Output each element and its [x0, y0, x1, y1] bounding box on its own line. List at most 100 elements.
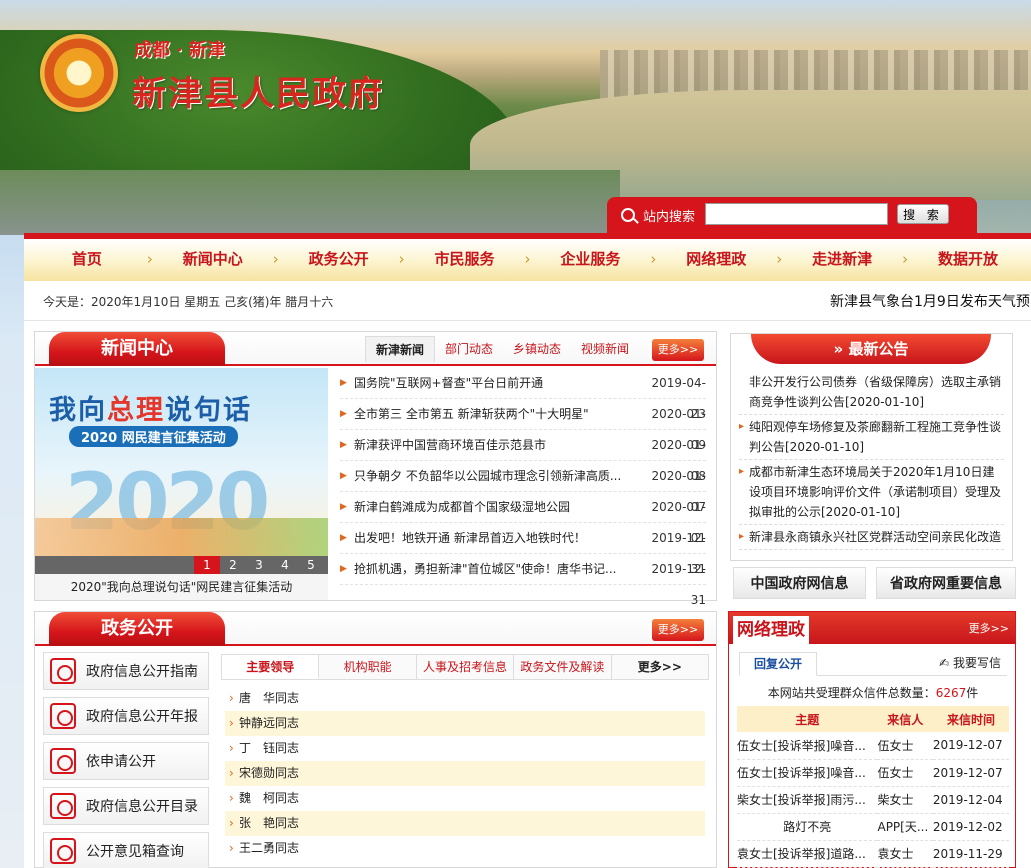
banner-riverbank — [0, 170, 620, 235]
affairs-panel-header: 政务公开 更多>> — [35, 612, 716, 646]
table-row[interactable]: 路灯不亮 APP[天... 2019-12-02 — [737, 813, 1009, 841]
list-item[interactable]: ▶ 国务院"互联网+督查"平台日前开通 2019-04-23 — [340, 368, 706, 421]
opinion-box-button[interactable]: 公开意见箱查询 — [43, 832, 209, 868]
bullet-icon: ▶ — [340, 378, 347, 388]
news-panel-header: 新闻中心 新津新闻 部门动态 乡镇动态 视频新闻 更多>> — [35, 332, 716, 366]
notice-list: 非公开发行公司债券（省级保障房）选取主承销商竞争性谈判公告[2020-01-10… — [739, 370, 1004, 550]
slide-headline: 我向总理说句话 — [49, 395, 252, 426]
tab-xinjin-news[interactable]: 新津新闻 — [365, 336, 436, 362]
table-row[interactable]: 袁女士[投诉举报]道路... 袁女士 2019-11-29 — [737, 840, 1009, 868]
news-ticker[interactable]: 新津县气象台1月9日发布天气预 — [830, 291, 1031, 311]
nav-item-enterprise[interactable]: 企业服务 — [525, 239, 654, 281]
search-bar: 站内搜索 搜 索 — [607, 197, 977, 233]
letters-table: 主题 来信人 来信时间 伍女士[投诉举报]噪音... 伍女士 2019-12-07 … — [737, 706, 1009, 868]
letter-count: 本网站共受理群众信件总数量：6267件 — [767, 686, 979, 700]
online-panel-title: 网络理政 — [733, 616, 809, 644]
bullet-icon: ▶ — [340, 409, 347, 419]
bullet-icon: ▶ — [340, 440, 347, 450]
slide-caption[interactable]: 2020"我向总理说句话"网民建言征集活动 — [35, 574, 328, 600]
provincial-gov-link[interactable]: 省政府网重要信息 — [876, 567, 1016, 599]
mailbox-icon — [50, 838, 76, 864]
list-item[interactable]: ▶ 新津获评中国营商环境百佳示范县市 2020-01-08 — [340, 430, 706, 483]
list-item[interactable]: ▶ 出发吧！地铁开通 新津昂首迈入地铁时代！ 2019-12-31 — [340, 523, 706, 576]
slide-page-2[interactable]: 2 — [220, 556, 246, 574]
search-icon — [621, 208, 635, 222]
list-item[interactable]: 钟静远同志 — [225, 711, 705, 736]
table-row[interactable]: 伍女士[投诉举报]噪音... 伍女士 2019-12-07 — [737, 732, 1009, 760]
nav-item-about[interactable]: 走进新津 — [776, 239, 905, 281]
slide-page-3[interactable]: 3 — [246, 556, 272, 574]
tab-town-news[interactable]: 乡镇动态 — [503, 336, 571, 362]
nav-item-online[interactable]: 网络理政 — [650, 239, 779, 281]
nav-item-home[interactable]: 首页 — [24, 239, 150, 281]
news-list: ▶ 国务院"互联网+督查"平台日前开通 2019-04-23 ▶ 全市第三 全市第五 … — [340, 368, 706, 607]
list-item[interactable]: ▶ 抢抓机遇，勇担新津"首位城区"使命！唐华书记... 2019-12-31 — [340, 554, 706, 607]
bullet-icon: ▶ — [340, 502, 347, 512]
news-subtabs: 新津新闻 部门动态 乡镇动态 视频新闻 — [365, 336, 639, 362]
list-icon — [50, 793, 76, 819]
list-item[interactable]: 纯阳观停车场修复及茶廊翻新工程施工竞争性谈判公告[2020-01-10] — [739, 415, 1004, 460]
list-item[interactable]: 王二勇同志 — [225, 836, 705, 861]
slide-page-5[interactable]: 5 — [298, 556, 324, 574]
notice-panel-title[interactable]: » 最新公告 — [751, 334, 991, 364]
search-button[interactable]: 搜 索 — [897, 204, 949, 224]
annual-report-button[interactable]: 政府信息公开年报 — [43, 697, 209, 735]
slide-illustration — [35, 518, 328, 558]
site-title[interactable]: 新津县人民政府 — [132, 66, 384, 115]
main-nav: 首页 新闻中心 政务公开 市民服务 企业服务 网络理政 走进新津 数据开放 — [24, 233, 1031, 281]
current-date: 今天是：2020年1月10日 星期五 己亥(猪)年 腊月十六 — [43, 295, 334, 309]
online-more-link[interactable]: 更多>> — [969, 620, 1009, 636]
news-center-panel: 新闻中心 新津新闻 部门动态 乡镇动态 视频新闻 更多>> 我向总理说句话 20… — [34, 331, 717, 607]
header-banner: 成都 · 新津 新津县人民政府 站内搜索 搜 索 — [0, 0, 1031, 235]
compass-icon — [50, 658, 76, 684]
nav-item-citizen[interactable]: 市民服务 — [399, 239, 528, 281]
tab-documents[interactable]: 政务文件及解读 — [514, 655, 612, 679]
table-row[interactable]: 柴女士[投诉举报]雨污... 柴女士 2019-12-04 — [737, 786, 1009, 814]
list-item[interactable]: 唐 华同志 — [225, 686, 705, 711]
write-letter-link[interactable]: ✍ 我要写信 — [939, 654, 1001, 671]
list-item[interactable]: 魏 柯同志 — [225, 786, 705, 811]
affairs-side-menu: 政府信息公开指南 政府信息公开年报 依申请公开 政府信息公开目录 公开意见箱查询 — [43, 652, 209, 868]
gov-affairs-panel: 政务公开 更多>> 政府信息公开指南 政府信息公开年报 依申请公开 政府信息公开… — [34, 611, 717, 868]
slide-page-1[interactable]: 1 — [194, 556, 220, 574]
affairs-more-button[interactable]: 更多>> — [652, 619, 704, 641]
tab-video-news[interactable]: 视频新闻 — [571, 336, 639, 362]
nav-item-news[interactable]: 新闻中心 — [147, 239, 276, 281]
news-more-button[interactable]: 更多>> — [652, 339, 704, 361]
tab-department-news[interactable]: 部门动态 — [435, 336, 503, 362]
notice-panel: » 最新公告 非公开发行公司债券（省级保障房）选取主承销商竞争性谈判公告[202… — [730, 333, 1013, 561]
date-bar: 今天是：2020年1月10日 星期五 己亥(猪)年 腊月十六 新津县气象台1月9… — [24, 281, 1031, 321]
tab-functions[interactable]: 机构职能 — [319, 655, 417, 679]
tab-more[interactable]: 更多>> — [612, 655, 708, 679]
central-gov-link[interactable]: 中国政府网信息 — [733, 567, 866, 599]
list-item[interactable]: 张 艳同志 — [225, 811, 705, 836]
list-item[interactable]: 新津县永商镇永兴社区党群活动空间亲民化改造 — [739, 525, 1004, 550]
list-item[interactable]: ▶ 新津白鹤滩成为成都首个国家级湿地公园 2020-01-01 — [340, 492, 706, 545]
site-logo[interactable] — [40, 34, 118, 112]
nav-item-data[interactable]: 数据开放 — [902, 239, 1031, 281]
online-affairs-panel: 网络理政 更多>> 回复公开 ✍ 我要写信 本网站共受理群众信件总数量：6267… — [728, 611, 1016, 868]
nav-item-affairs[interactable]: 政务公开 — [273, 239, 402, 281]
bullet-icon: ▶ — [340, 564, 347, 574]
tab-personnel[interactable]: 人事及招考信息 — [417, 655, 515, 679]
column-header-subject: 主题 — [737, 706, 878, 732]
affairs-tabs: 主要领导 机构职能 人事及招考信息 政务文件及解读 更多>> — [221, 654, 709, 680]
list-item[interactable]: 成都市新津生态环境局关于2020年1月10日建设项目环境影响评价文件（承诺制项目… — [739, 460, 1004, 525]
search-input[interactable] — [705, 203, 888, 225]
main-content: 新闻中心 新津新闻 部门动态 乡镇动态 视频新闻 更多>> 我向总理说句话 20… — [24, 321, 1031, 868]
list-item[interactable]: ▶ 只争朝夕 不负韶华以公园城市理念引领新津高质... 2020-01-07 — [340, 461, 706, 514]
tab-leaders[interactable]: 主要领导 — [222, 655, 320, 679]
catalog-button[interactable]: 政府信息公开目录 — [43, 787, 209, 825]
list-item[interactable]: ▶ 全市第三 全市第五 新津斩获两个"十大明星" 2020-01-09 — [340, 399, 706, 452]
leader-list: 唐 华同志 钟静远同志 丁 钰同志 宋德勋同志 魏 柯同志 张 艳同志 王二勇同… — [225, 686, 705, 861]
list-item[interactable]: 非公开发行公司债券（省级保障房）选取主承销商竞争性谈判公告[2020-01-10… — [739, 370, 1004, 415]
news-slideshow[interactable]: 我向总理说句话 2020 网民建言征集活动 2020 — [35, 368, 328, 558]
slide-page-4[interactable]: 4 — [272, 556, 298, 574]
tab-reply-public[interactable]: 回复公开 — [739, 652, 817, 676]
table-row[interactable]: 伍女士[投诉举报]噪音... 伍女士 2019-12-07 — [737, 759, 1009, 787]
list-item[interactable]: 丁 钰同志 — [225, 736, 705, 761]
site-subtitle: 成都 · 新津 — [134, 40, 225, 61]
apply-disclosure-button[interactable]: 依申请公开 — [43, 742, 209, 780]
guide-button[interactable]: 政府信息公开指南 — [43, 652, 209, 690]
list-item[interactable]: 宋德勋同志 — [225, 761, 705, 786]
